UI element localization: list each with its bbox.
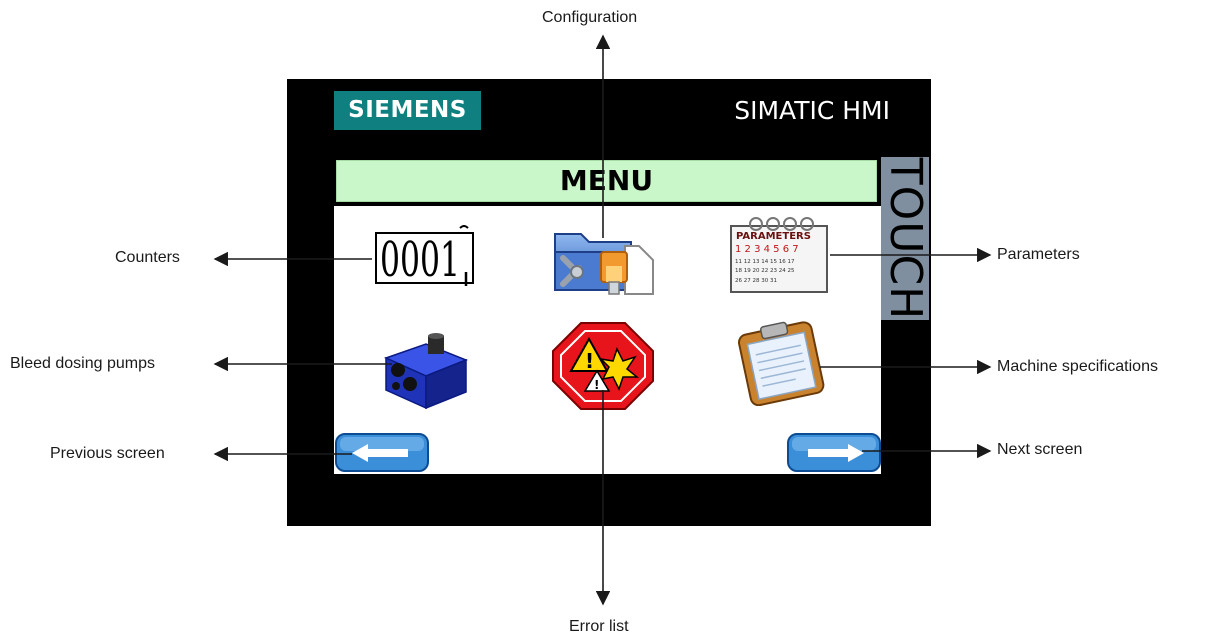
callout-parameters: Parameters	[997, 246, 1080, 263]
callout-bleed-dosing-pumps: Bleed dosing pumps	[10, 355, 155, 372]
callout-error-list: Error list	[569, 618, 629, 635]
callout-previous-screen: Previous screen	[50, 445, 165, 462]
callout-next-screen: Next screen	[997, 441, 1083, 458]
callout-arrows	[213, 34, 992, 606]
callout-configuration: Configuration	[542, 9, 638, 26]
callout-machine-specifications: Machine specifications	[997, 358, 1158, 375]
callout-counters: Counters	[115, 249, 180, 266]
